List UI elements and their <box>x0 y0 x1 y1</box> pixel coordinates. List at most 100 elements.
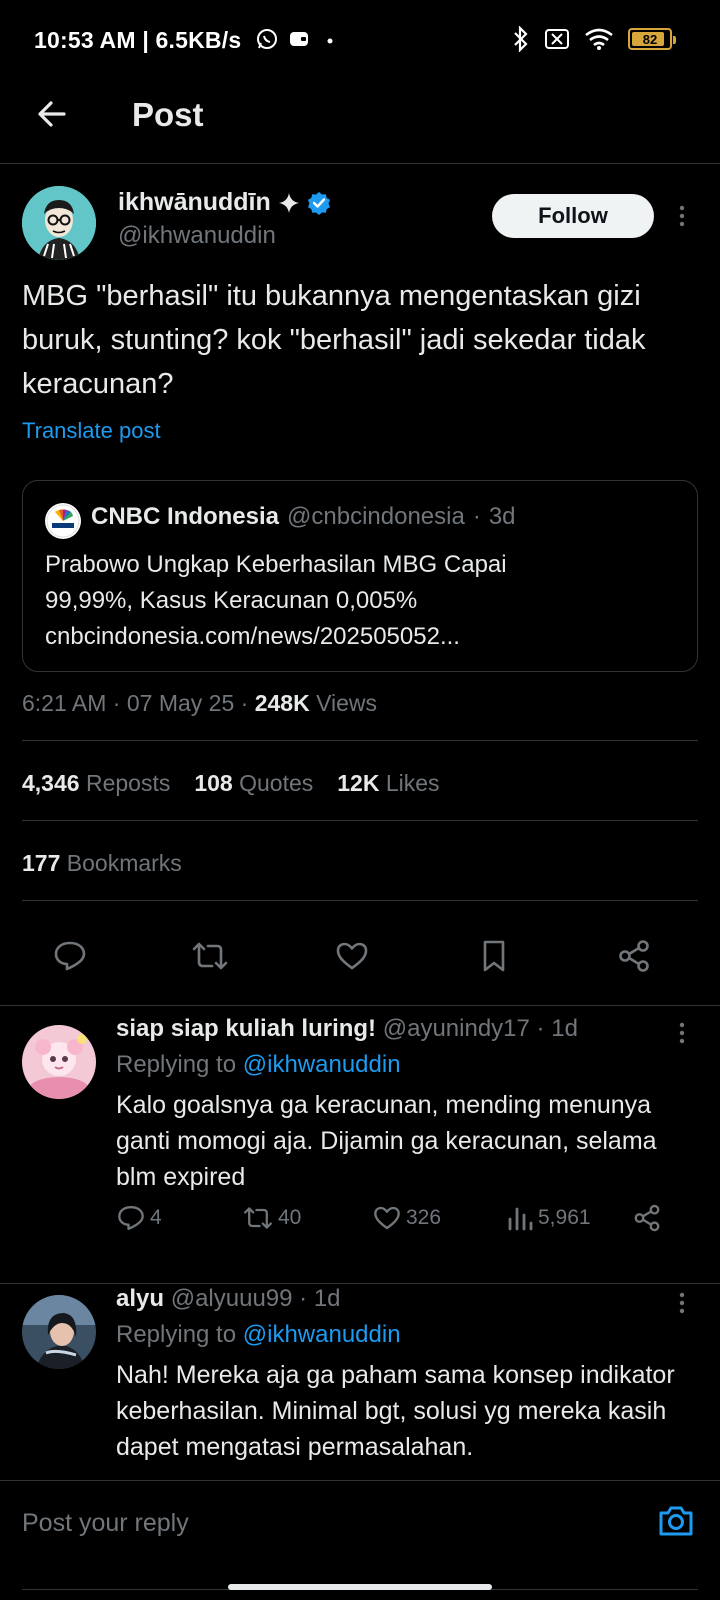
reply-comment-count: 4 <box>150 1206 162 1229</box>
status-app-icons <box>256 28 336 50</box>
whatsapp-icon <box>256 28 278 50</box>
no-sim-icon <box>544 28 570 50</box>
engagement-stats: 4,346 Reposts 108 Quotes 12K Likes <box>22 770 440 797</box>
author-avatar[interactable] <box>22 186 96 260</box>
reply-input[interactable] <box>22 1501 622 1545</box>
verified-badge-icon <box>307 191 331 215</box>
top-app-bar: Post <box>0 80 720 164</box>
author-name[interactable]: ikhwānuddīn <box>118 188 271 217</box>
separator-dot: · <box>112 690 127 716</box>
sparkle-icon <box>277 191 301 215</box>
quoted-line-1: Prabowo Ungkap Keberhasilan MBG Capai <box>45 551 507 578</box>
comment-icon <box>54 941 86 971</box>
reply-header: siap siap kuliah luring! @ayunindy17 · 1… <box>116 1015 578 1043</box>
heart-icon <box>374 1206 400 1230</box>
battery-level: 82 <box>642 31 658 47</box>
bookmarks-stat[interactable]: 177 Bookmarks <box>22 850 182 877</box>
replying-to-label: Replying to <box>116 1321 237 1348</box>
more-vertical-icon <box>679 1292 685 1314</box>
quoted-source-name: CNBC Indonesia <box>91 503 280 530</box>
quoted-line-3: cnbcindonesia.com/news/202505052... <box>45 623 460 650</box>
reply-item[interactable]: alyu @alyuuu99 · 1d Replying to @ikhwanu… <box>0 1275 720 1485</box>
post-metadata: 6:21 AM · 07 May 25 · 248K Views <box>22 690 377 717</box>
reply-author-handle[interactable]: @alyuuu99 <box>171 1285 293 1312</box>
reposts-count: 4,346 <box>22 770 80 796</box>
repost-button[interactable] <box>190 936 230 976</box>
likes-count: 12K <box>337 770 380 796</box>
reply-item[interactable]: siap siap kuliah luring! @ayunindy17 · 1… <box>0 1005 720 1270</box>
wallet-icon <box>288 29 310 49</box>
reply-views-count: 5,961 <box>538 1206 591 1229</box>
replying-to-handle[interactable]: @ikhwanuddin <box>243 1321 401 1348</box>
share-icon <box>634 1204 660 1232</box>
post-action-bar <box>0 924 720 988</box>
status-time: 10:53 AM | 6.5KB/s <box>34 27 242 53</box>
quotes-count: 108 <box>194 770 233 796</box>
reply-age: 1d <box>313 1285 341 1312</box>
reply-author-name[interactable]: siap siap kuliah luring! <box>116 1015 376 1042</box>
arrow-left-icon <box>38 101 66 127</box>
reply-author-handle[interactable]: @ayunindy17 <box>383 1015 530 1042</box>
reply-button[interactable] <box>50 936 90 976</box>
quoted-source-handle: @cnbcindonesia <box>287 503 465 530</box>
reply-author-name[interactable]: alyu <box>116 1285 164 1312</box>
quoted-post-header: CNBC Indonesia @cnbcindonesia · 3d <box>91 503 516 531</box>
home-indicator[interactable] <box>228 1584 492 1590</box>
cnbc-logo-icon <box>45 503 81 539</box>
divider <box>22 900 698 901</box>
author-name-row[interactable]: ikhwānuddīn <box>118 188 331 217</box>
quoted-post-age: 3d <box>488 503 516 530</box>
battery-icon: 82 <box>628 28 676 50</box>
separator-dot: · <box>240 690 255 716</box>
quoted-line-2: 99,99%, Kasus Keracunan 0,005% <box>45 587 418 614</box>
page-title: Post <box>132 96 204 133</box>
reply-avatar[interactable] <box>22 1295 96 1369</box>
quotes-label: Quotes <box>239 770 314 796</box>
reply-repost-button[interactable]: 40 <box>242 1203 301 1233</box>
heart-icon <box>336 942 368 970</box>
camera-button[interactable] <box>656 1501 696 1541</box>
separator-dot: · <box>472 503 481 530</box>
share-button[interactable] <box>614 936 654 976</box>
replying-to: Replying to @ikhwanuddin <box>116 1051 401 1079</box>
more-options-button[interactable] <box>670 200 694 232</box>
translate-post-link[interactable]: Translate post <box>22 418 161 444</box>
reply-share-button[interactable] <box>632 1203 662 1233</box>
reply-like-count: 326 <box>406 1206 442 1229</box>
reply-views-button[interactable]: 5,961 <box>506 1203 591 1233</box>
post-text: MBG "berhasil" itu bukannya mengentaskan… <box>22 280 646 400</box>
reply-more-button[interactable] <box>670 1287 694 1319</box>
repost-icon <box>192 942 228 970</box>
share-icon <box>619 940 649 972</box>
follow-button[interactable]: Follow <box>492 194 654 238</box>
separator-dot: · <box>299 1285 308 1312</box>
reply-avatar[interactable] <box>22 1025 96 1099</box>
more-vertical-icon <box>679 205 685 227</box>
status-bar: 10:53 AM | 6.5KB/s 82 <box>0 0 720 80</box>
reply-like-button[interactable]: 326 <box>372 1203 441 1233</box>
replying-to-label: Replying to <box>116 1051 237 1078</box>
repost-icon <box>244 1207 272 1229</box>
quotes-stat[interactable]: 108 Quotes <box>194 770 313 797</box>
reply-more-button[interactable] <box>670 1017 694 1049</box>
views-count: 248K <box>254 690 310 716</box>
reply-comment-button[interactable]: 4 <box>116 1203 162 1233</box>
more-vertical-icon <box>679 1022 685 1044</box>
replying-to-handle[interactable]: @ikhwanuddin <box>243 1051 401 1078</box>
comment-icon <box>118 1206 144 1230</box>
quoted-post-card[interactable]: CNBC Indonesia @cnbcindonesia · 3d Prabo… <box>22 480 698 672</box>
reply-text: Kalo goalsnya ga keracunan, mending menu… <box>116 1091 657 1191</box>
bookmark-button[interactable] <box>474 936 514 976</box>
back-button[interactable] <box>34 96 70 132</box>
quoted-post-text: Prabowo Ungkap Keberhasilan MBG Capai 99… <box>45 547 685 655</box>
dot-icon <box>320 29 336 49</box>
likes-stat[interactable]: 12K Likes <box>337 770 439 797</box>
like-button[interactable] <box>332 936 372 976</box>
reposts-stat[interactable]: 4,346 Reposts <box>22 770 170 797</box>
reposts-label: Reposts <box>85 770 171 796</box>
views-label: Views <box>316 690 378 716</box>
post-time: 6:21 AM <box>22 690 107 716</box>
status-right-icons: 82 <box>512 26 676 52</box>
camera-icon <box>659 1506 693 1536</box>
author-handle[interactable]: @ikhwanuddin <box>118 222 276 250</box>
